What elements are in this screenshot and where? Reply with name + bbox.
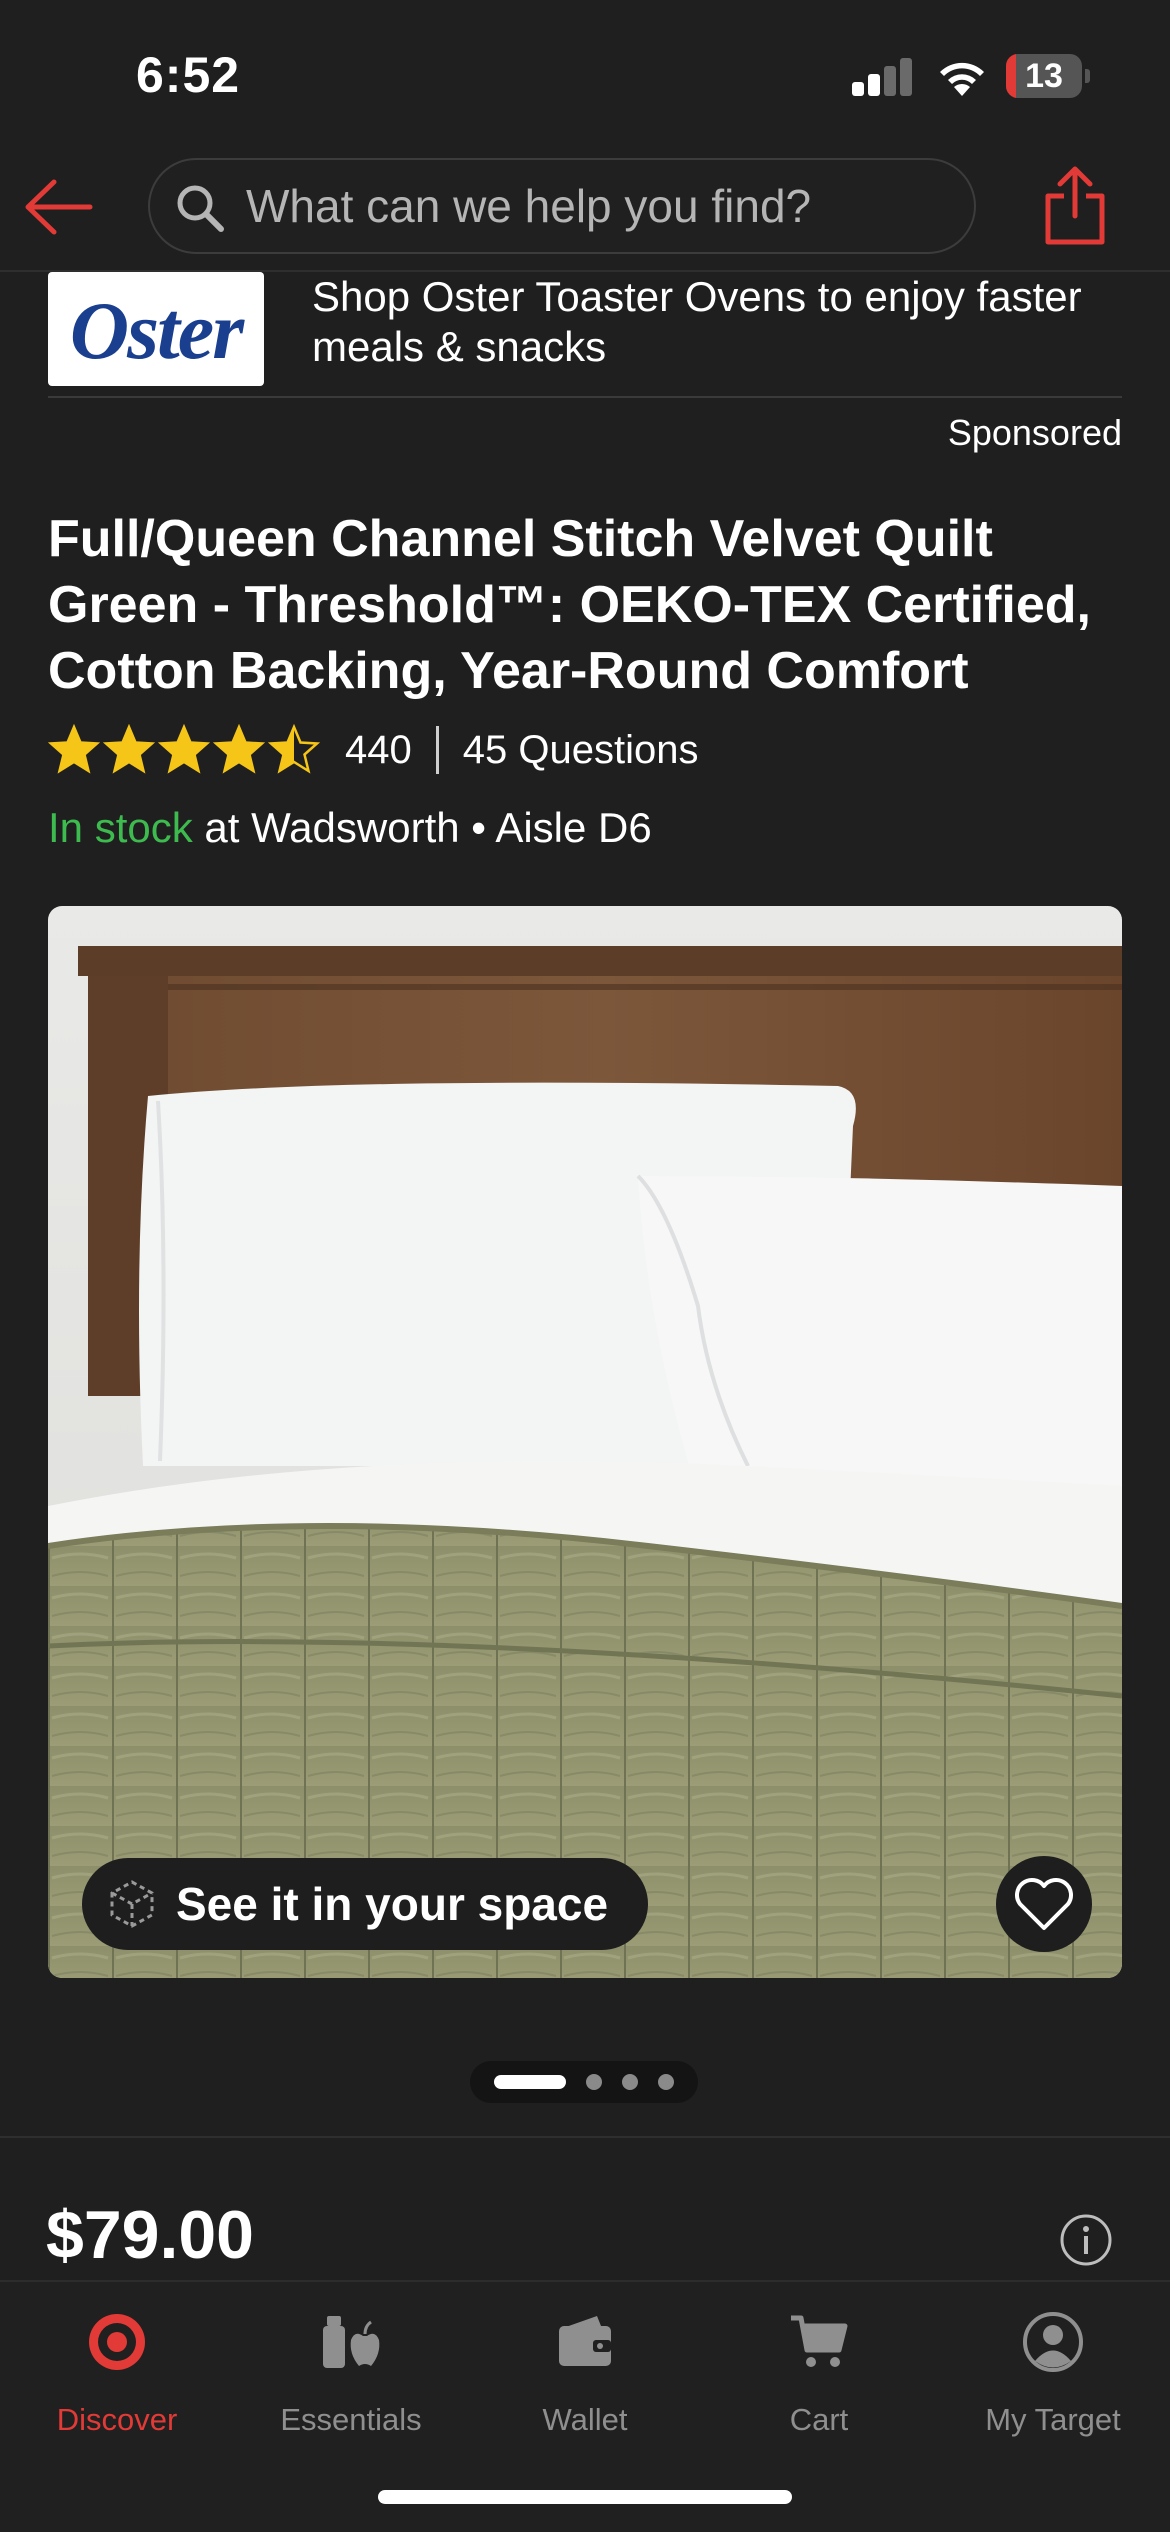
tab-discover[interactable]: Discover [0, 2310, 234, 2460]
wallet-icon [559, 2316, 611, 2366]
discover-icon [89, 2314, 145, 2370]
home-indicator[interactable] [378, 2490, 792, 2504]
tab-essentials[interactable]: Essentials [234, 2310, 468, 2460]
star-icon [103, 724, 155, 774]
search-input[interactable] [246, 160, 946, 252]
tab-label: Wallet [542, 2402, 628, 2437]
questions-link[interactable]: 45 Questions [463, 728, 699, 773]
ar-cube-icon [110, 1880, 154, 1928]
tab-label: My Target [985, 2402, 1121, 2437]
star-icon [213, 724, 265, 774]
battery-icon: 13 [1006, 54, 1090, 98]
star-rating[interactable] [48, 724, 323, 776]
tab-label: Essentials [280, 2402, 422, 2437]
tab-label: Discover [56, 2402, 178, 2437]
tab-wallet[interactable]: Wallet [468, 2310, 702, 2460]
tab-cart[interactable]: Cart [702, 2310, 936, 2460]
star-icon [48, 724, 100, 774]
carousel-indicator[interactable] [470, 2061, 698, 2103]
essentials-icon [323, 2316, 380, 2368]
in-stock-label: In stock [48, 804, 193, 851]
sponsored-label: Sponsored [947, 412, 1122, 453]
product-title: Full/Queen Channel Stitch Velvet Quilt G… [48, 510, 1091, 700]
wifi-icon [940, 62, 984, 96]
rating-row[interactable]: 440 45 Questions [48, 722, 698, 778]
product-price: $79.00 [46, 2197, 254, 2273]
heart-icon [1015, 1878, 1073, 1930]
search-bar[interactable] [148, 158, 976, 254]
status-bar: 6:52 13 [0, 0, 1170, 150]
quilt-bed-photo [48, 906, 1122, 1978]
ar-button-label: See it in your space [176, 1878, 609, 1930]
carousel-dot[interactable] [658, 2074, 674, 2090]
carousel-dot[interactable] [586, 2074, 602, 2090]
battery-level: 13 [1025, 57, 1063, 95]
see-in-your-space-button[interactable]: See it in your space [82, 1858, 648, 1950]
status-time: 6:52 [136, 47, 241, 103]
share-icon[interactable] [1040, 164, 1110, 248]
back-arrow-icon[interactable] [20, 172, 96, 242]
carousel-dot-active[interactable] [494, 2075, 566, 2089]
top-nav [0, 150, 1170, 272]
info-icon[interactable] [1058, 2212, 1114, 2268]
tab-my-target[interactable]: My Target [936, 2310, 1170, 2460]
search-icon [177, 185, 224, 232]
divider [0, 2136, 1170, 2138]
rating-count[interactable]: 440 [345, 728, 412, 773]
tab-label: Cart [789, 2402, 849, 2437]
oster-logo: Oster [48, 272, 264, 386]
cart-icon [791, 2315, 848, 2367]
star-icon [158, 724, 210, 774]
divider [435, 726, 439, 774]
cellular-signal-icon [852, 56, 914, 96]
ad-text: Shop Oster Toaster Ovens to enjoy faster… [312, 273, 1082, 370]
favorite-button[interactable] [996, 1856, 1092, 1952]
product-image[interactable]: See it in your space [48, 906, 1122, 1978]
star-icon [268, 724, 320, 774]
account-icon [1023, 2312, 1083, 2372]
stock-location: at Wadsworth • Aisle D6 [192, 804, 652, 851]
carousel-dot[interactable] [622, 2074, 638, 2090]
sponsored-ad[interactable]: Oster Shop Oster Toaster Ovens to enjoy … [48, 272, 1122, 398]
stock-status[interactable]: In stock at Wadsworth • Aisle D6 [48, 804, 652, 852]
